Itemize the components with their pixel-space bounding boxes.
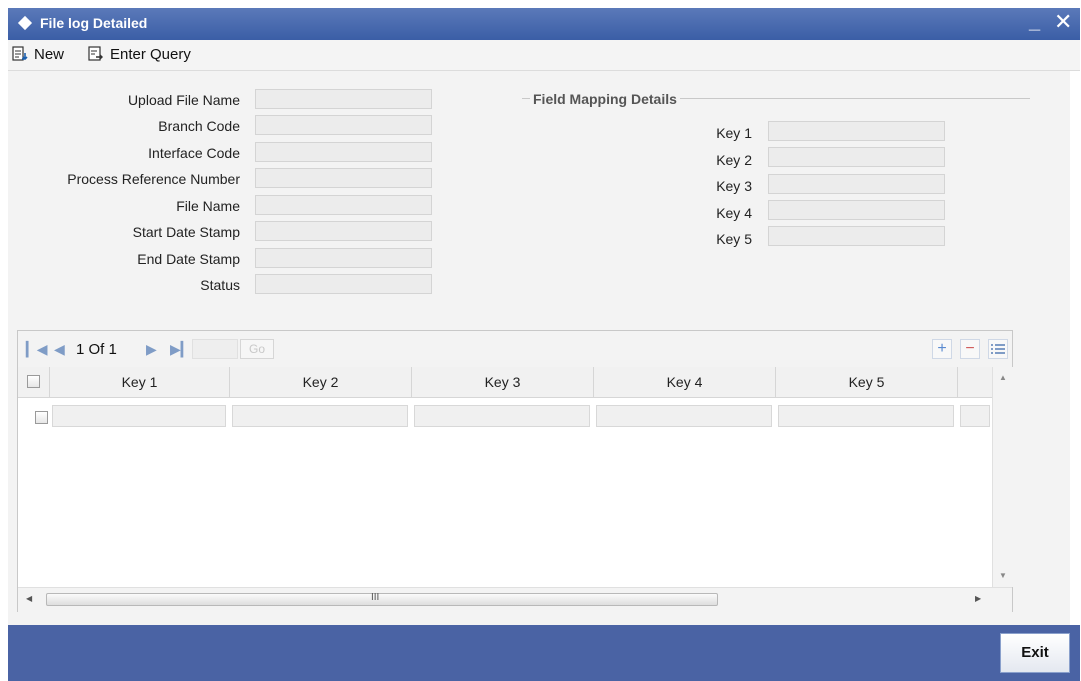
next-page-icon[interactable]: ▶	[146, 341, 157, 358]
column-header-key-1[interactable]: Key 1	[50, 367, 230, 397]
start-date-stamp-field[interactable]	[255, 221, 432, 241]
enter-query-button[interactable]: Enter Query	[88, 46, 191, 66]
key-3-label: Key 3	[716, 178, 752, 194]
row-cell-key-5[interactable]	[778, 405, 954, 427]
scroll-grip: III	[371, 592, 380, 603]
horizontal-scroll-thumb[interactable]: III	[46, 592, 718, 606]
delete-row-icon[interactable]: −	[960, 339, 980, 359]
field-mapping-details-title: Field Mapping Details	[530, 91, 680, 107]
horizontal-scrollbar[interactable]: ◀ III ▶	[18, 587, 1012, 612]
new-button[interactable]: New	[12, 46, 64, 66]
select-all-checkbox[interactable]	[27, 375, 40, 388]
go-button[interactable]: Go	[240, 339, 274, 359]
start-date-stamp-label: Start Date Stamp	[132, 224, 240, 240]
list-view-icon[interactable]	[988, 339, 1008, 359]
row-cell-key-3[interactable]	[414, 405, 590, 427]
first-page-icon[interactable]: ▎◀	[26, 341, 48, 358]
row-cell-key-4[interactable]	[596, 405, 772, 427]
add-row-icon[interactable]: +	[932, 339, 952, 359]
column-header-key-5[interactable]: Key 5	[776, 367, 958, 397]
scroll-left-icon[interactable]: ◀	[26, 594, 32, 603]
status-field[interactable]	[255, 274, 432, 294]
select-all-cell	[18, 367, 50, 397]
key-2-label: Key 2	[716, 152, 752, 168]
of-label: Of	[88, 341, 105, 358]
branch-code-field[interactable]	[255, 115, 432, 135]
process-reference-number-field[interactable]	[255, 168, 432, 188]
process-reference-number-label: Process Reference Number	[67, 171, 240, 187]
key-grid: ▎◀ ◀ 1 Of 1 ▶ ▶▎ Go + − Key 1 Key 2 Key …	[17, 330, 1013, 612]
key-2-field[interactable]	[768, 147, 945, 167]
page-info: 1 Of 1	[76, 341, 117, 358]
key-3-field[interactable]	[768, 174, 945, 194]
row-cell-key-2[interactable]	[232, 405, 408, 427]
new-label: New	[34, 46, 65, 63]
column-header-key-3[interactable]: Key 3	[412, 367, 594, 397]
key-1-field[interactable]	[768, 121, 945, 141]
footer-bar: Exit	[8, 625, 1080, 681]
total-pages: 1	[108, 341, 117, 358]
row-cell-key-1[interactable]	[52, 405, 226, 427]
grid-header: Key 1 Key 2 Key 3 Key 4 Key 5	[18, 367, 992, 398]
diamond-icon	[17, 15, 33, 31]
scroll-down-icon[interactable]: ▼	[999, 571, 1007, 580]
row-checkbox[interactable]	[35, 411, 48, 424]
scroll-right-icon[interactable]: ▶	[975, 594, 981, 603]
interface-code-field[interactable]	[255, 142, 432, 162]
interface-code-label: Interface Code	[148, 145, 240, 161]
enter-query-label: Enter Query	[110, 46, 191, 63]
exit-button[interactable]: Exit	[1000, 633, 1070, 673]
column-header-key-4[interactable]: Key 4	[594, 367, 776, 397]
query-icon	[88, 46, 106, 66]
previous-page-icon[interactable]: ◀	[54, 341, 65, 358]
new-document-icon	[12, 46, 30, 66]
key-5-label: Key 5	[716, 231, 752, 247]
page-number-input[interactable]	[192, 339, 238, 359]
toolbar: New Enter Query	[8, 40, 1080, 71]
key-4-field[interactable]	[768, 200, 945, 220]
vertical-scrollbar[interactable]: ▲ ▼	[992, 367, 1013, 587]
scroll-up-icon[interactable]: ▲	[999, 373, 1007, 382]
key-5-field[interactable]	[768, 226, 945, 246]
upload-file-name-field[interactable]	[255, 89, 432, 109]
key-4-label: Key 4	[716, 205, 752, 221]
window-title: File log Detailed	[40, 15, 148, 31]
grid-toolbar: ▎◀ ◀ 1 Of 1 ▶ ▶▎ Go + −	[18, 331, 1012, 367]
file-name-label: File Name	[176, 198, 240, 214]
row-cell-overflow	[960, 405, 990, 427]
branch-code-label: Branch Code	[158, 118, 240, 134]
last-page-icon[interactable]: ▶▎	[170, 341, 192, 358]
current-page: 1	[76, 341, 85, 358]
upload-file-name-label: Upload File Name	[127, 92, 240, 108]
file-name-field[interactable]	[255, 195, 432, 215]
end-date-stamp-field[interactable]	[255, 248, 432, 268]
minimize-button[interactable]: _	[1029, 11, 1040, 34]
end-date-stamp-label: End Date Stamp	[137, 251, 240, 267]
close-button[interactable]: ✕	[1054, 9, 1072, 35]
column-header-key-2[interactable]: Key 2	[230, 367, 412, 397]
status-label: Status	[200, 277, 240, 293]
key-1-label: Key 1	[716, 125, 752, 141]
window-title-bar: File log Detailed _ ✕	[8, 8, 1080, 40]
